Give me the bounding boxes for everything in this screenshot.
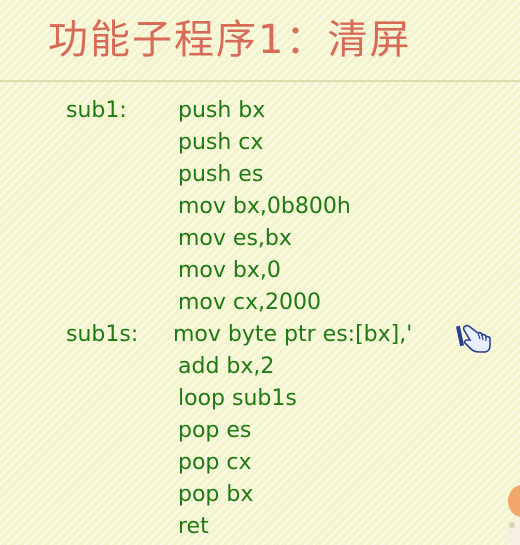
title-divider [0, 80, 520, 82]
code-instruction: mov byte ptr es:[bx],' [173, 322, 413, 347]
code-instruction: ret [178, 514, 209, 539]
code-instruction: push bx [178, 98, 266, 123]
code-instruction: add bx,2 [178, 354, 275, 379]
hand-pointer-icon[interactable] [455, 322, 492, 354]
code-instruction: mov bx,0 [178, 258, 281, 283]
code-line: add bx,2 [0, 351, 520, 383]
code-instruction: push cx [178, 130, 264, 155]
code-instruction: loop sub1s [178, 386, 297, 411]
code-instruction: pop bx [178, 482, 254, 507]
code-instruction: mov cx,2000 [178, 290, 321, 315]
code-line: mov bx,0b800h [0, 191, 520, 223]
code-line: mov cx,2000 [0, 287, 520, 319]
code-listing: sub1: push bx push cx push es mov bx,0b8… [0, 95, 520, 543]
code-line: pop bx [0, 479, 520, 511]
code-line: push cx [0, 127, 520, 159]
code-line: mov bx,0 [0, 255, 520, 287]
code-line: ret [0, 511, 520, 543]
code-line: pop cx [0, 447, 520, 479]
code-line: mov es,bx [0, 223, 520, 255]
code-line: sub1s: mov byte ptr es:[bx],' [0, 319, 520, 351]
code-label: sub1: [66, 98, 127, 123]
code-instruction: pop cx [178, 450, 252, 475]
code-label: sub1s: [66, 322, 139, 347]
code-instruction: push es [178, 162, 264, 187]
slide-title: 功能子程序1：清屏 [48, 17, 412, 63]
code-line: push es [0, 159, 520, 191]
code-instruction: mov es,bx [178, 226, 292, 251]
code-instruction: mov bx,0b800h [178, 194, 351, 219]
code-line: loop sub1s [0, 383, 520, 415]
cartoon-character-decoration [502, 481, 520, 545]
code-line: pop es [0, 415, 520, 447]
code-instruction: pop es [178, 418, 252, 443]
code-line: sub1: push bx [0, 95, 520, 127]
